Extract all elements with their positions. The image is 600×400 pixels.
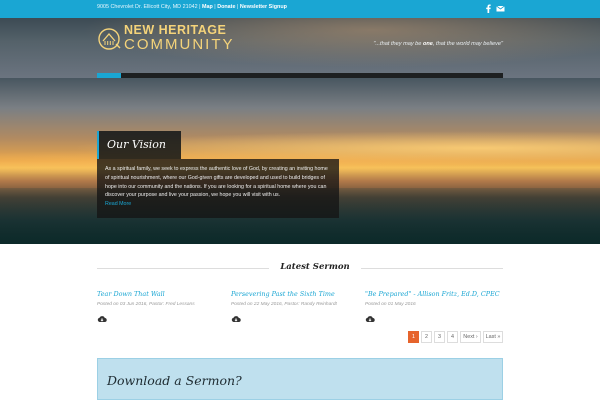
address-bar: 9005 Chevrolet Dr. Ellicott City, MD 210… bbox=[97, 4, 287, 10]
email-icon[interactable] bbox=[495, 3, 506, 14]
top-utility-bar: 9005 Chevrolet Dr. Ellicott City, MD 210… bbox=[0, 0, 600, 18]
cloud-download-icon[interactable] bbox=[365, 310, 375, 323]
cloud-download-icon[interactable] bbox=[97, 310, 107, 323]
read-more-link[interactable]: Read More bbox=[105, 201, 131, 207]
vision-text: As a spiritual family, we seek to expres… bbox=[105, 166, 328, 208]
church-logo-icon[interactable] bbox=[97, 27, 121, 51]
facebook-icon[interactable] bbox=[483, 3, 494, 14]
page-1-button[interactable]: 1 bbox=[408, 331, 419, 343]
cloud-download-icon[interactable] bbox=[231, 310, 241, 323]
section-divider bbox=[361, 268, 503, 269]
sermon-title-link[interactable]: Persevering Past the Sixth Time bbox=[231, 290, 361, 298]
sermon-meta: Posted on 01 May 2016 bbox=[365, 302, 416, 307]
sermon-item: "Be Prepared" - Allison Fritz, Ed.D, CPE… bbox=[365, 290, 500, 323]
newsletter-signup-link[interactable]: Newsletter Signup bbox=[240, 4, 287, 10]
section-divider bbox=[97, 268, 269, 269]
download-sermon-heading: Download a Sermon? bbox=[107, 373, 242, 388]
sermon-item: Persevering Past the Sixth Time Posted o… bbox=[231, 290, 361, 323]
page-4-button[interactable]: 4 bbox=[447, 331, 458, 343]
latest-sermon-heading: Latest Sermon bbox=[272, 262, 358, 272]
logo-title-line1[interactable]: NEW HERITAGE bbox=[124, 23, 226, 37]
tagline: "...that they may be one, that the world… bbox=[373, 41, 503, 47]
sermon-title-link[interactable]: "Be Prepared" - Allison Fritz, Ed.D, CPE… bbox=[365, 290, 500, 298]
last-page-button[interactable]: Last » bbox=[483, 331, 503, 343]
vision-title: Our Vision bbox=[97, 131, 181, 159]
logo-title-line2[interactable]: COMMUNITY bbox=[124, 36, 235, 53]
sermon-item: Tear Down That Wall Posted on 03 Jun 201… bbox=[97, 290, 227, 323]
donate-link[interactable]: Donate bbox=[217, 4, 235, 10]
download-sermon-section: Download a Sermon? bbox=[97, 358, 503, 400]
page-3-button[interactable]: 3 bbox=[434, 331, 445, 343]
sermon-meta: Posted on 22 May 2016, Pastor: Randy Rei… bbox=[231, 302, 337, 307]
address-text: 9005 Chevrolet Dr. Ellicott City, MD 210… bbox=[97, 4, 198, 10]
page-2-button[interactable]: 2 bbox=[421, 331, 432, 343]
vision-panel: As a spiritual family, we seek to expres… bbox=[97, 159, 339, 218]
site-header: NEW HERITAGE COMMUNITY "...that they may… bbox=[0, 18, 600, 107]
map-link[interactable]: Map bbox=[202, 4, 213, 10]
sermon-meta: Posted on 03 Jun 2016, Pastor: Fred Less… bbox=[97, 302, 195, 307]
next-page-button[interactable]: Next › bbox=[460, 331, 481, 343]
sermon-title-link[interactable]: Tear Down That Wall bbox=[97, 290, 227, 298]
